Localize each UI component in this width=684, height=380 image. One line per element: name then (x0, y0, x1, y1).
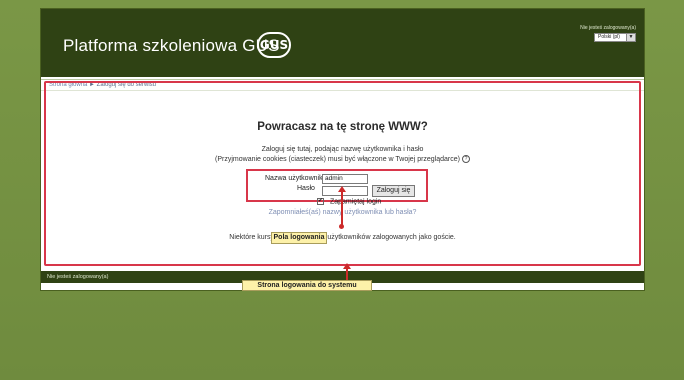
gus-logo: GUS (257, 32, 291, 58)
language-select[interactable]: Polski (pl) ▼ (594, 33, 636, 42)
page-heading: Powracasz na tę stronę WWW? (257, 121, 428, 133)
login-button[interactable]: Zaloguj się (372, 185, 415, 197)
site-title[interactable]: Platforma szkoleniowa GUS (63, 36, 280, 56)
username-input[interactable]: admin (322, 174, 368, 184)
login-fields-callout: Pola logowania (271, 232, 327, 244)
remember-checkbox[interactable]: ✔ (317, 198, 324, 205)
login-status: Nie jesteś zalogowany(a) (580, 25, 636, 31)
page-arrow-head (343, 263, 351, 269)
guest-access-note: Niektóre kursy dostępne są dla użytkowni… (229, 234, 456, 241)
help-icon[interactable]: ? (461, 155, 470, 163)
username-label: Nazwa użytkownika (265, 175, 327, 182)
browser-page: Platforma szkoleniowa GUS GUS Nie jesteś… (40, 8, 645, 291)
password-label: Hasło (297, 185, 315, 192)
login-page-callout: Strona logowania do systemu (242, 280, 372, 291)
site-header: Platforma szkoleniowa GUS GUS Nie jesteś… (41, 9, 644, 77)
fields-arrow-line (341, 190, 343, 226)
remember-label: Zapamiętaj login (329, 198, 382, 206)
footer-login-status: Nie jesteś zalogowany(a) (47, 274, 109, 280)
language-selected: Polski (pl) (598, 34, 620, 40)
chevron-down-icon: ▼ (626, 34, 635, 41)
cookies-note-text: (Przyjmowanie cookies (ciasteczek) musi … (215, 155, 460, 163)
fields-arrow-head (338, 186, 346, 192)
login-intro: Zaloguj się tutaj, podając nazwę użytkow… (261, 146, 424, 153)
cookies-note: (Przyjmowanie cookies (ciasteczek) musi … (41, 155, 644, 163)
remember-login[interactable]: ✔ Zapamiętaj login (317, 198, 381, 205)
